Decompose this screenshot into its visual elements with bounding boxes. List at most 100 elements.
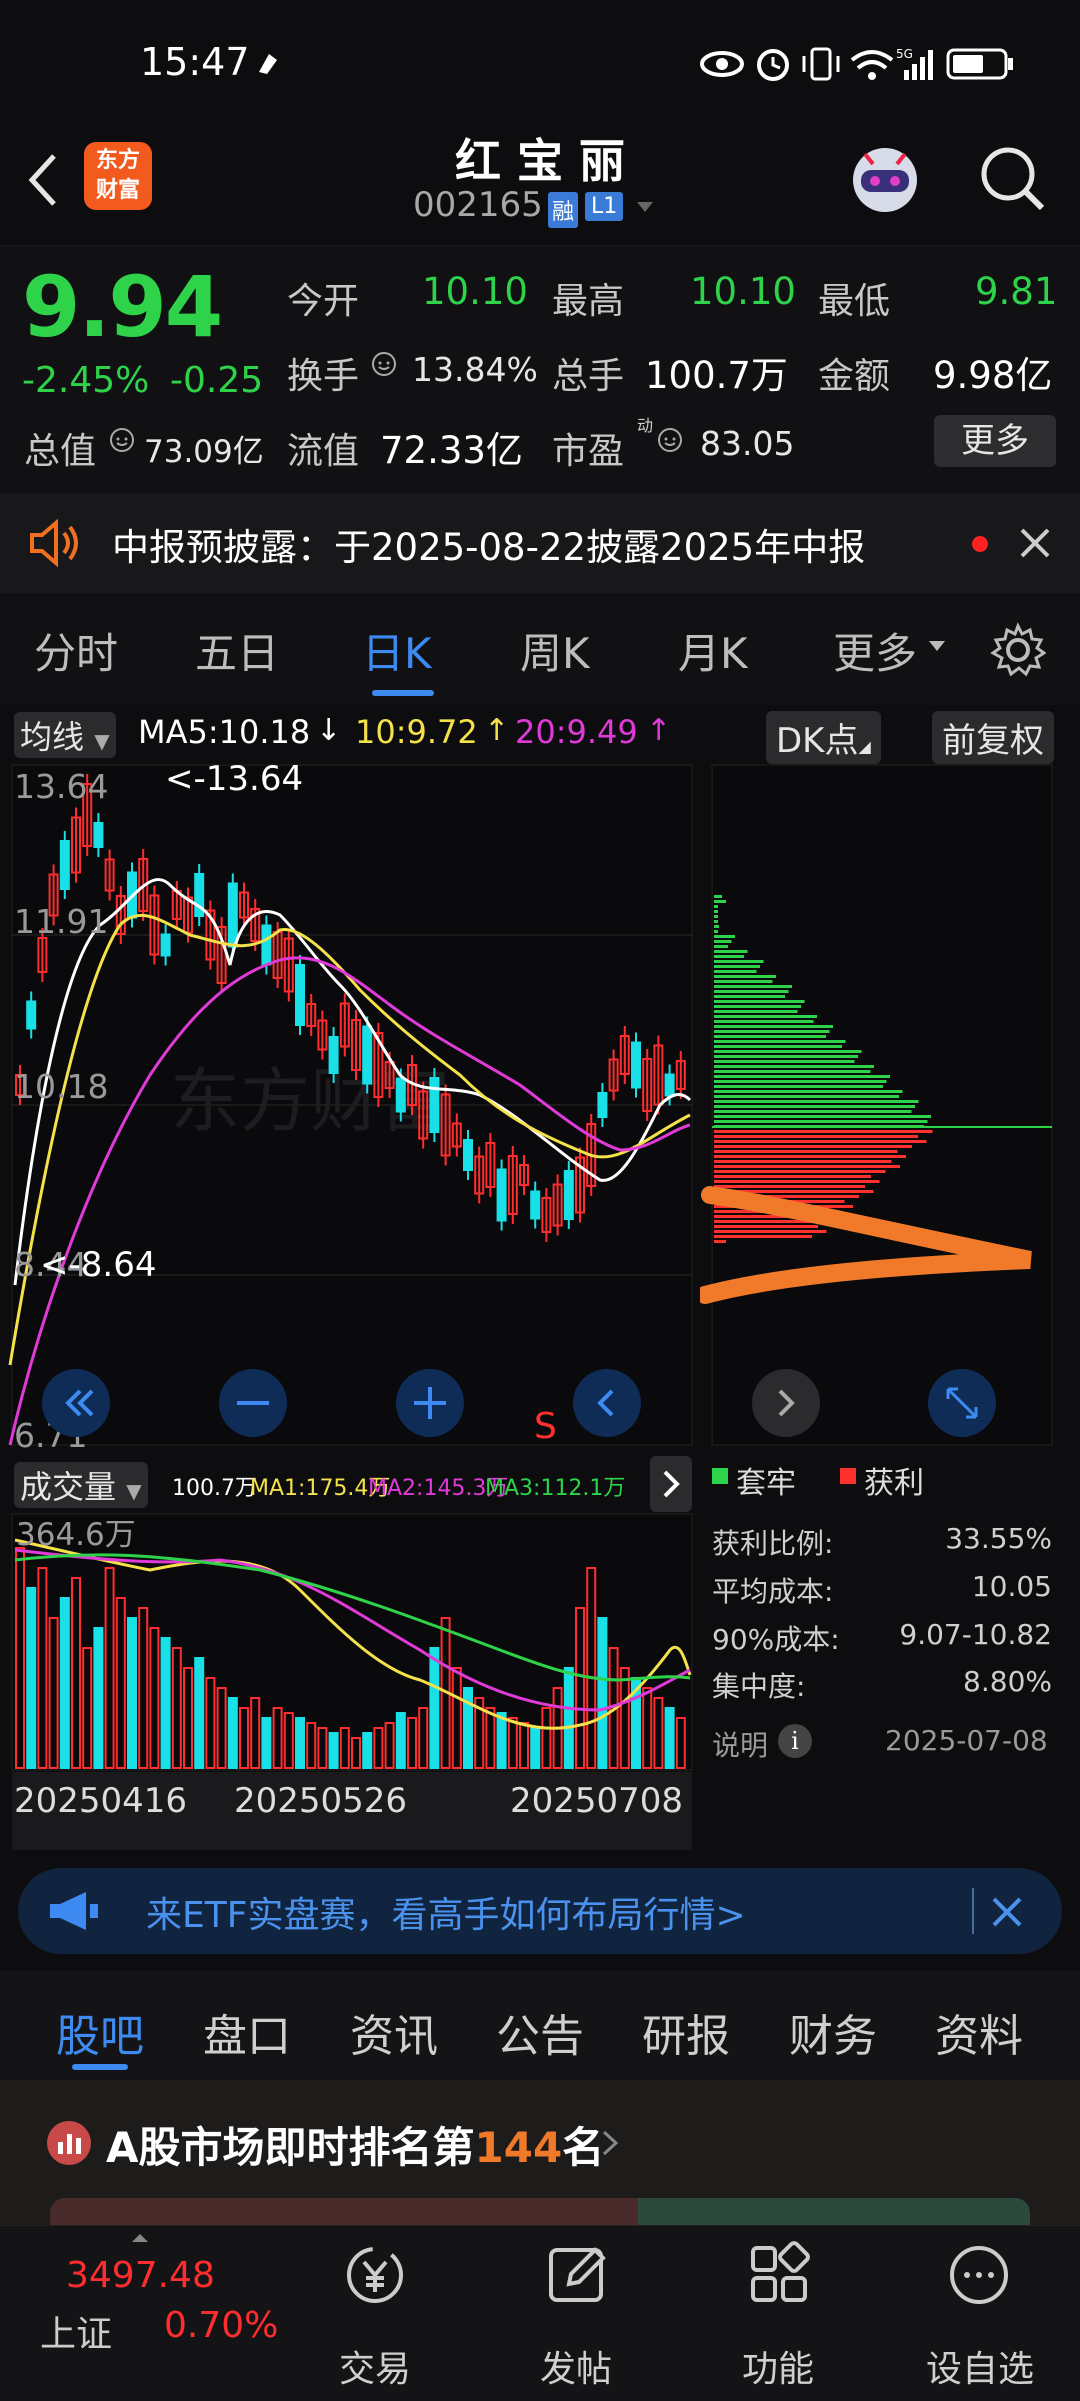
index-change[interactable]: 0.70% — [164, 2305, 278, 2346]
grid-apps-icon[interactable] — [745, 2240, 815, 2310]
notice-bar[interactable]: 中报预披露：于2025-08-22披露2025年中报 — [0, 493, 1080, 593]
chip-bar — [714, 1020, 814, 1023]
more-caret-icon — [929, 641, 945, 651]
legend-trapped: 套牢 — [736, 1466, 796, 1501]
close-icon[interactable] — [990, 1895, 1024, 1929]
back-arrow-icon[interactable] — [22, 150, 62, 210]
scroll-left-fast-button[interactable] — [42, 1369, 110, 1437]
low-value: 9.81 — [975, 270, 1058, 313]
index-value[interactable]: 3497.48 — [66, 2255, 215, 2296]
megaphone-icon — [50, 1892, 98, 1930]
tab-weekly-k[interactable]: 周K — [520, 620, 590, 681]
chip-bar — [714, 1070, 871, 1073]
tab-announcements[interactable]: 公告 — [496, 2000, 584, 2064]
rank-preview-card — [50, 2198, 1030, 2228]
tab-pankou[interactable]: 盘口 — [203, 2000, 291, 2064]
indicator-select[interactable]: 均线 ▼ — [14, 712, 116, 758]
pe-dynamic-sup: 动 — [637, 416, 654, 435]
tab-profile[interactable]: 资料 — [935, 2000, 1023, 2064]
volume-expand-button[interactable] — [650, 1456, 692, 1512]
tab-research[interactable]: 研报 — [642, 2000, 730, 2064]
tab-news[interactable]: 资讯 — [350, 2000, 438, 2064]
nav-trade[interactable]: 交易 — [339, 2340, 411, 2392]
info-circle-icon[interactable] — [656, 426, 684, 454]
change-percent: -2.45% — [22, 360, 150, 401]
tab-finance[interactable]: 财务 — [789, 2000, 877, 2064]
volume-bar — [59, 1597, 70, 1769]
robot-assistant-icon[interactable] — [845, 140, 925, 220]
index-name[interactable]: 上证 — [40, 2305, 112, 2357]
scroll-left-button[interactable] — [573, 1369, 641, 1437]
volume-chart[interactable]: 364.6万 20250416 20250526 20250708 — [0, 1510, 700, 1850]
nav-functions[interactable]: 功能 — [742, 2340, 814, 2392]
unread-dot — [972, 536, 988, 552]
concentration-label: 集中度: — [712, 1670, 806, 1703]
dropdown-caret-icon[interactable] — [635, 200, 655, 214]
volume-bar — [295, 1717, 305, 1769]
volume-bar — [362, 1732, 373, 1769]
info-circle-icon[interactable] — [370, 350, 398, 378]
chip-bar — [714, 1105, 915, 1108]
legend-profit: 获利 — [864, 1466, 924, 1501]
profit-ratio-row: 获利比例: 33.55% — [712, 1522, 1052, 1562]
chip-bar — [714, 1180, 880, 1183]
tab-more[interactable]: 更多 — [833, 620, 917, 681]
info-circle-icon[interactable] — [108, 426, 136, 454]
volume-y-top: 364.6万 — [16, 1517, 136, 1553]
date-label-3: 20250708 — [510, 1781, 683, 1821]
tab-intraday[interactable]: 分时 — [34, 620, 118, 681]
chip-next-button[interactable] — [752, 1369, 820, 1437]
chip-bar — [714, 1150, 898, 1153]
tab-five-day[interactable]: 五日 — [195, 620, 279, 681]
search-icon[interactable] — [978, 144, 1048, 214]
tab-daily-k[interactable]: 日K — [362, 620, 432, 681]
margin-tag: 融 — [548, 192, 579, 228]
rank-row[interactable]: A股市场即时排名第144名 — [0, 2080, 1080, 2228]
explain-label[interactable]: 说明 — [712, 1724, 768, 1764]
chip-bar — [714, 1165, 900, 1168]
avg-cost-label: 平均成本: — [712, 1575, 834, 1608]
status-bar: 15:47 5G — [0, 0, 1080, 130]
open-label: 今开 — [287, 281, 360, 322]
chip-bar — [714, 1095, 899, 1098]
close-icon[interactable] — [1018, 526, 1052, 560]
compose-icon[interactable] — [543, 2240, 613, 2310]
chip-bar — [714, 955, 744, 958]
app-logo[interactable]: 东方 财富 — [84, 142, 152, 210]
logo-line2: 财富 — [95, 178, 140, 203]
chip-bar — [714, 1015, 817, 1018]
ma5-value: MA5:10.18 — [138, 713, 311, 751]
mktcap-value: 73.09亿 — [144, 434, 264, 470]
info-icon[interactable]: i — [778, 1724, 812, 1758]
volume-bar — [127, 1617, 137, 1769]
watchlist-icon[interactable] — [944, 2240, 1014, 2310]
chip-bar — [714, 1130, 933, 1133]
chip-distribution-chart[interactable] — [700, 755, 1080, 1455]
tab-guba[interactable]: 股吧 — [56, 2000, 144, 2064]
chip-bar — [714, 970, 757, 973]
dk-corner-icon: ◢ — [858, 737, 871, 756]
high-label: 最高 — [552, 281, 625, 322]
pe-value: 83.05 — [700, 424, 795, 463]
volume-bar — [563, 1667, 574, 1769]
chip-bar — [714, 905, 718, 908]
nav-add-watch[interactable]: 设自选 — [926, 2340, 1034, 2392]
tab-monthly-k[interactable]: 月K — [678, 620, 748, 681]
speaker-icon — [30, 519, 78, 567]
volume-indicator-select[interactable]: 成交量 ▼ — [14, 1462, 148, 1508]
kline-chart[interactable]: 东方财富 13.64 11.91 10.18 8.44 6.71 <-13.64… — [0, 755, 700, 1455]
chip-bar — [714, 1155, 906, 1158]
more-button[interactable]: 更多 — [934, 415, 1056, 467]
chip-bar — [714, 990, 789, 993]
chip-bar — [714, 1185, 865, 1188]
y-axis-mid1: 11.91 — [14, 902, 108, 941]
etf-ad-banner[interactable]: 来ETF实盘赛，看高手如何布局行情> — [18, 1868, 1062, 1954]
nav-post[interactable]: 发帖 — [540, 2340, 612, 2392]
profit-ratio-label: 获利比例: — [712, 1527, 834, 1560]
stock-code: 002165 — [413, 185, 543, 225]
chip-bar — [714, 915, 718, 918]
chip-bar — [714, 1005, 801, 1008]
volume-bar — [227, 1697, 238, 1769]
trade-yen-icon[interactable] — [340, 2240, 410, 2310]
settings-gear-icon[interactable] — [990, 622, 1046, 678]
